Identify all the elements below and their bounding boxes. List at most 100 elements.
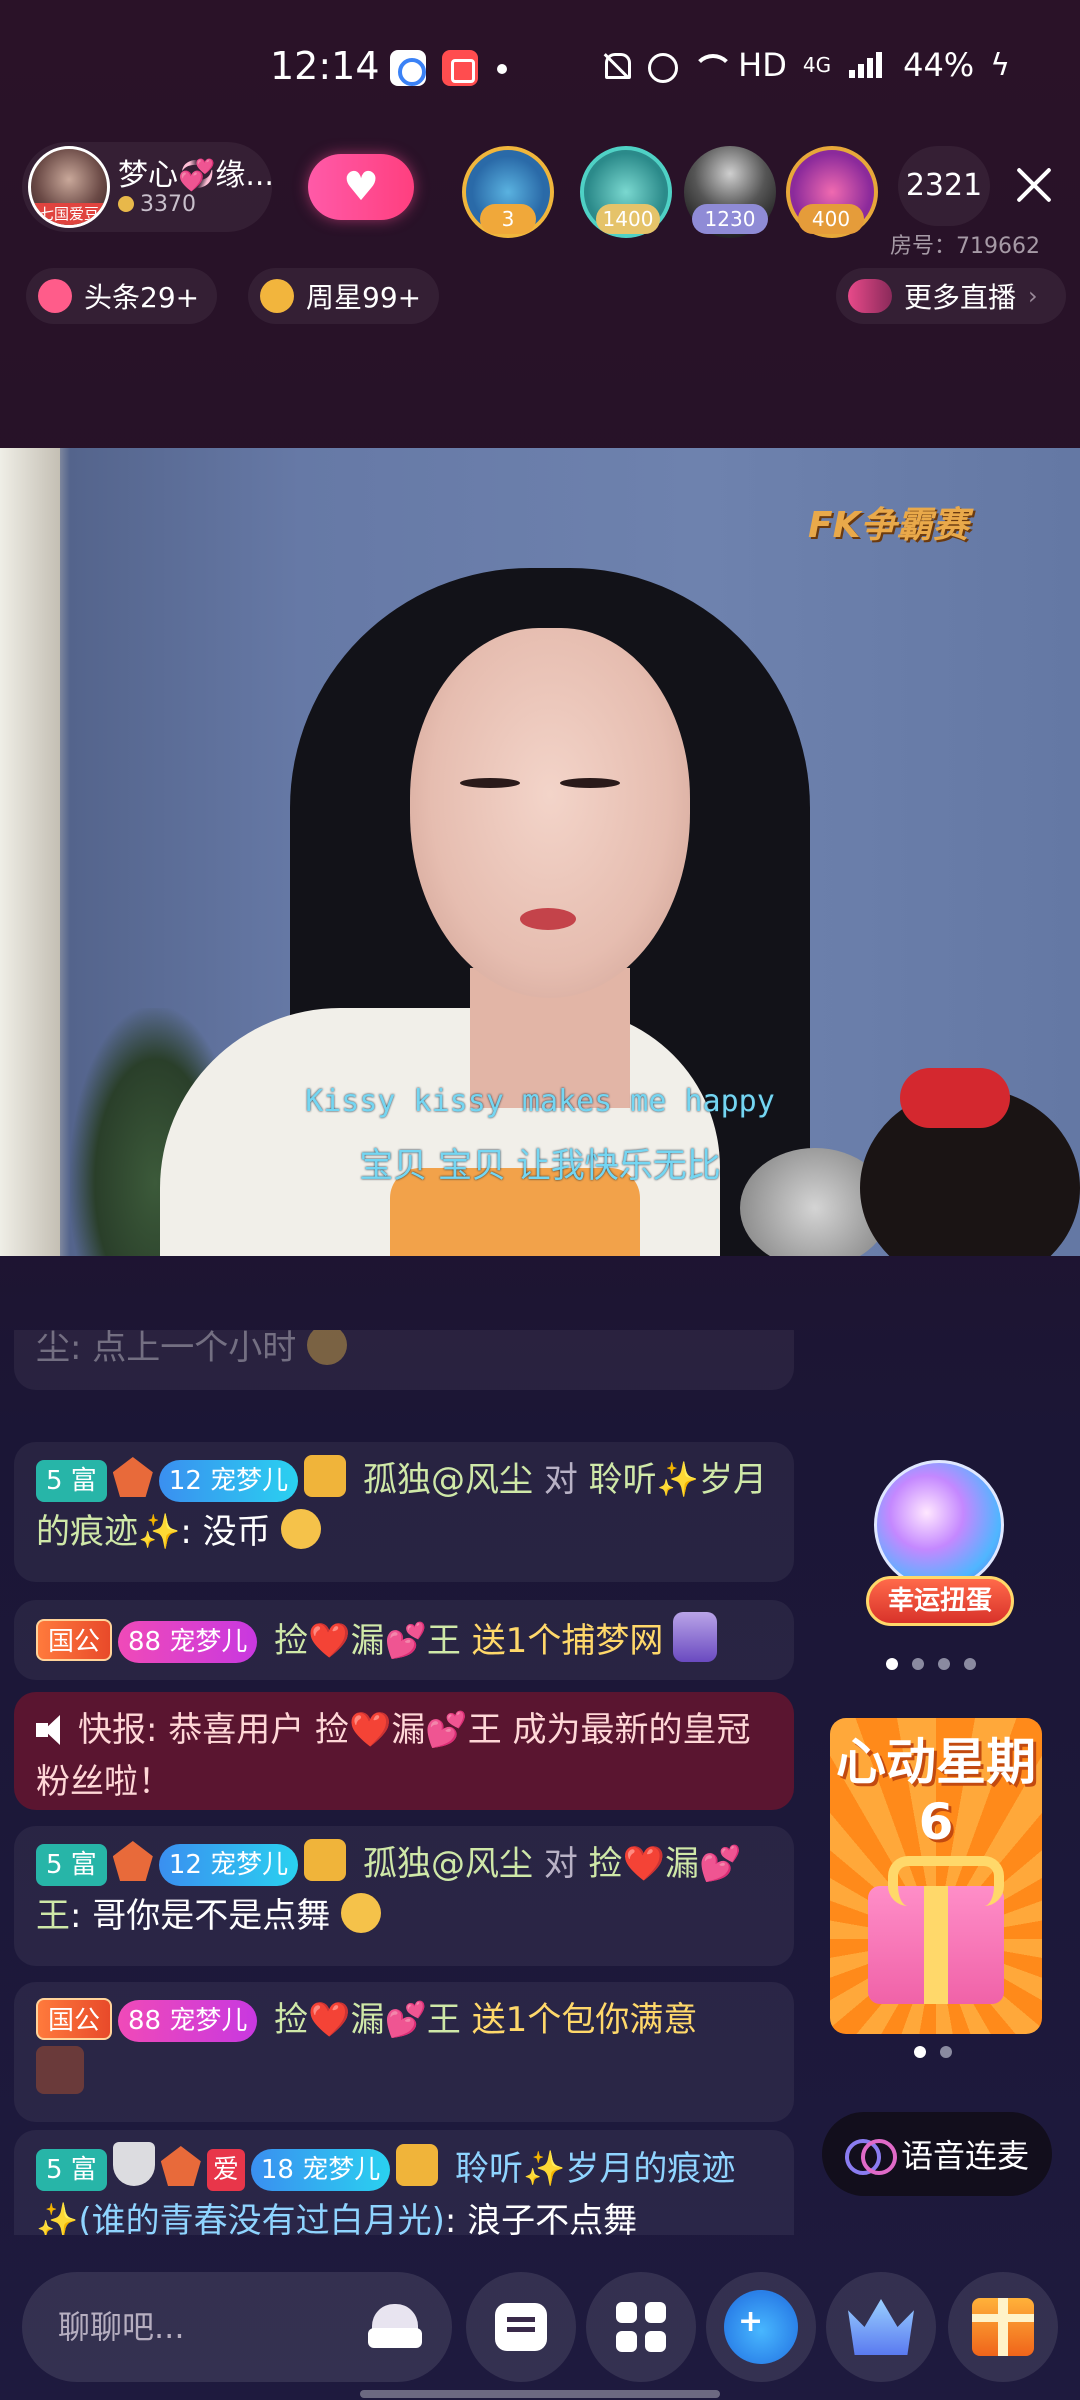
link-rings-icon <box>844 2139 897 2175</box>
host-name[interactable]: 梦心💞缘... <box>118 150 274 194</box>
more-live-button[interactable]: 更多直播 › <box>836 268 1066 324</box>
status-bar: 12:14 HD 4G 44% ϟ <box>0 0 1080 135</box>
lyric-english: Kissy kissy makes me happy <box>305 1084 775 1119</box>
viewer-level-badge: 1400 <box>596 204 660 234</box>
heart-plus-icon: ♥ <box>343 164 379 210</box>
guard-shield-icon <box>112 2142 155 2186</box>
host-avatar-badge: 七国爱豆 <box>31 203 107 225</box>
host-avatar[interactable]: 七国爱豆 <box>28 146 110 228</box>
pk-watermark: FK争霸赛 <box>808 505 969 546</box>
game-button[interactable] <box>706 2272 816 2382</box>
gift-message: 送1个捕梦网 <box>471 1621 664 1661</box>
chat-username[interactable]: 捡❤️漏💕王 <box>274 2000 461 2040</box>
notification-app-icon <box>390 50 426 86</box>
thinking-emoji-icon <box>281 1509 322 1549</box>
wifi-icon <box>692 50 735 80</box>
fan-club-badge: 18 宠梦儿 <box>250 2149 391 2191</box>
promo-banner[interactable]: 心动星期6 <box>830 1718 1042 2034</box>
rich-level-badge: 5 富 <box>36 1844 107 1886</box>
chat-list[interactable]: 尘: 点上一个小时 5 富 12 宠梦儿 孤独@风尘 对 聆听✨岁月的痕迹✨: 没… <box>14 1330 794 2235</box>
gacha-machine-icon <box>874 1460 1004 1590</box>
chevron-right-icon: › <box>1028 282 1038 310</box>
status-time: 12:14 <box>270 44 380 88</box>
id-card-icon <box>304 1839 347 1881</box>
id-card-icon <box>396 2144 439 2186</box>
chat-username[interactable]: 捡❤️漏💕王 <box>274 1621 461 1661</box>
viewer-level-badge: 3 <box>480 204 536 234</box>
fan-club-badge: 88 宠梦儿 <box>118 1621 258 1663</box>
promo-title: 心动星期6 <box>836 1733 1036 1851</box>
chat-message: 尘: 点上一个小时 <box>14 1330 794 1390</box>
crown-icon <box>848 2299 914 2355</box>
host-coins: 3370 <box>118 192 196 217</box>
charging-icon: ϟ <box>990 47 1010 83</box>
battery-percent: 44% <box>903 46 975 84</box>
viewer-level-badge: 1230 <box>692 204 768 234</box>
chat-message[interactable]: 国公 88 宠梦儿 捡❤️漏💕王 送1个包你满意 <box>14 1982 794 2122</box>
dreamcatcher-gift-icon <box>673 1612 718 1662</box>
gift-button[interactable] <box>948 2272 1058 2382</box>
gamepad-icon <box>724 2290 798 2364</box>
cell-label: 4G <box>802 53 832 77</box>
home-indicator[interactable] <box>360 2390 720 2398</box>
lyric-chinese: 宝贝 宝贝 让我快乐无比 <box>359 1146 721 1186</box>
chat-input[interactable] <box>58 2302 358 2352</box>
id-card-icon <box>304 1455 347 1497</box>
signal-icon <box>847 50 887 80</box>
thinking-emoji-icon <box>341 1893 382 1933</box>
alarm-icon <box>646 50 679 83</box>
rank-badge: 国公 <box>36 1998 113 2040</box>
level-star-icon <box>160 2146 201 2186</box>
chat-input-container[interactable] <box>22 2272 452 2382</box>
hd-label: HD <box>738 46 787 84</box>
more-apps-button[interactable] <box>586 2272 696 2382</box>
level-star-icon <box>112 1841 153 1881</box>
rank-badge: 国公 <box>36 1619 113 1661</box>
chat-message[interactable]: 5 富 12 宠梦儿 孤独@风尘 对 聆听✨岁月的痕迹✨: 没币 <box>14 1442 794 1582</box>
star-icon <box>260 279 294 313</box>
room-number: 房号：719662 <box>890 234 1040 259</box>
chat-username[interactable]: 孤独@风尘 <box>363 1844 533 1884</box>
voice-link-button[interactable]: 语音连麦 <box>822 2112 1052 2196</box>
grin-emoji-icon <box>307 1330 348 1365</box>
love-badge: 爱 <box>206 2149 245 2191</box>
fan-club-badge: 12 宠梦儿 <box>158 1460 299 1502</box>
flame-icon <box>38 279 72 313</box>
gacha-carousel-dots <box>886 1658 976 1670</box>
gacha-label: 幸运扭蛋 <box>866 1576 1014 1626</box>
lucky-gacha-button[interactable]: 幸运扭蛋 <box>858 1460 1018 1650</box>
announcement-banner[interactable]: 快报: 恭喜用户 捡❤️漏💕王 成为最新的皇冠粉丝啦！ <box>14 1692 794 1810</box>
weekly-star-chip[interactable]: 周星99+ <box>248 268 440 324</box>
headline-chip[interactable]: 头条29+ <box>26 268 218 324</box>
more-notifications-dot-icon <box>497 64 507 74</box>
close-icon[interactable] <box>1010 160 1060 210</box>
promo-carousel-dots <box>914 2046 952 2058</box>
chat-message[interactable]: 5 富 12 宠梦儿 孤独@风尘 对 捡❤️漏💕王: 哥你是不是点舞 <box>14 1826 794 1966</box>
notification-app-icon <box>442 50 478 86</box>
chat-message[interactable]: 国公 88 宠梦儿 捡❤️漏💕王 送1个捕梦网 <box>14 1600 794 1680</box>
speaker-icon <box>36 1715 70 1745</box>
chat-message[interactable]: 5 富爱 18 宠梦儿 聆听✨岁月的痕迹✨(谁的青春没有过白月光): 浪子不点舞 <box>14 2130 794 2235</box>
message-icon <box>495 2303 547 2351</box>
sofa-icon[interactable] <box>368 2304 422 2350</box>
chat-username[interactable]: 孤独@风尘 <box>363 1460 533 1500</box>
level-star-icon <box>112 1457 153 1497</box>
viewer-level-badge: 400 <box>798 204 864 234</box>
noble-button[interactable] <box>826 2272 936 2382</box>
handbag-gift-icon <box>36 2046 84 2094</box>
mute-bell-icon <box>600 50 632 80</box>
gift-icon <box>972 2298 1034 2356</box>
follow-heart-button[interactable]: ♥ <box>308 154 414 220</box>
status-indicators: HD 4G 44% ϟ <box>600 46 1010 84</box>
grid-icon <box>616 2302 666 2352</box>
fan-club-badge: 12 宠梦儿 <box>158 1844 299 1886</box>
viewer-count-button[interactable]: 2321 <box>898 146 990 226</box>
message-button[interactable] <box>466 2272 576 2382</box>
rich-level-badge: 5 富 <box>36 2149 107 2191</box>
live-video[interactable]: FK争霸赛 Kissy kissy makes me happy 宝贝 宝贝 让… <box>0 448 1080 1256</box>
gift-message: 送1个包你满意 <box>471 2000 698 2040</box>
gift-box-icon <box>868 1856 1004 2004</box>
fan-club-badge: 88 宠梦儿 <box>118 2000 258 2042</box>
rich-level-badge: 5 富 <box>36 1460 107 1502</box>
coin-icon <box>118 196 134 212</box>
